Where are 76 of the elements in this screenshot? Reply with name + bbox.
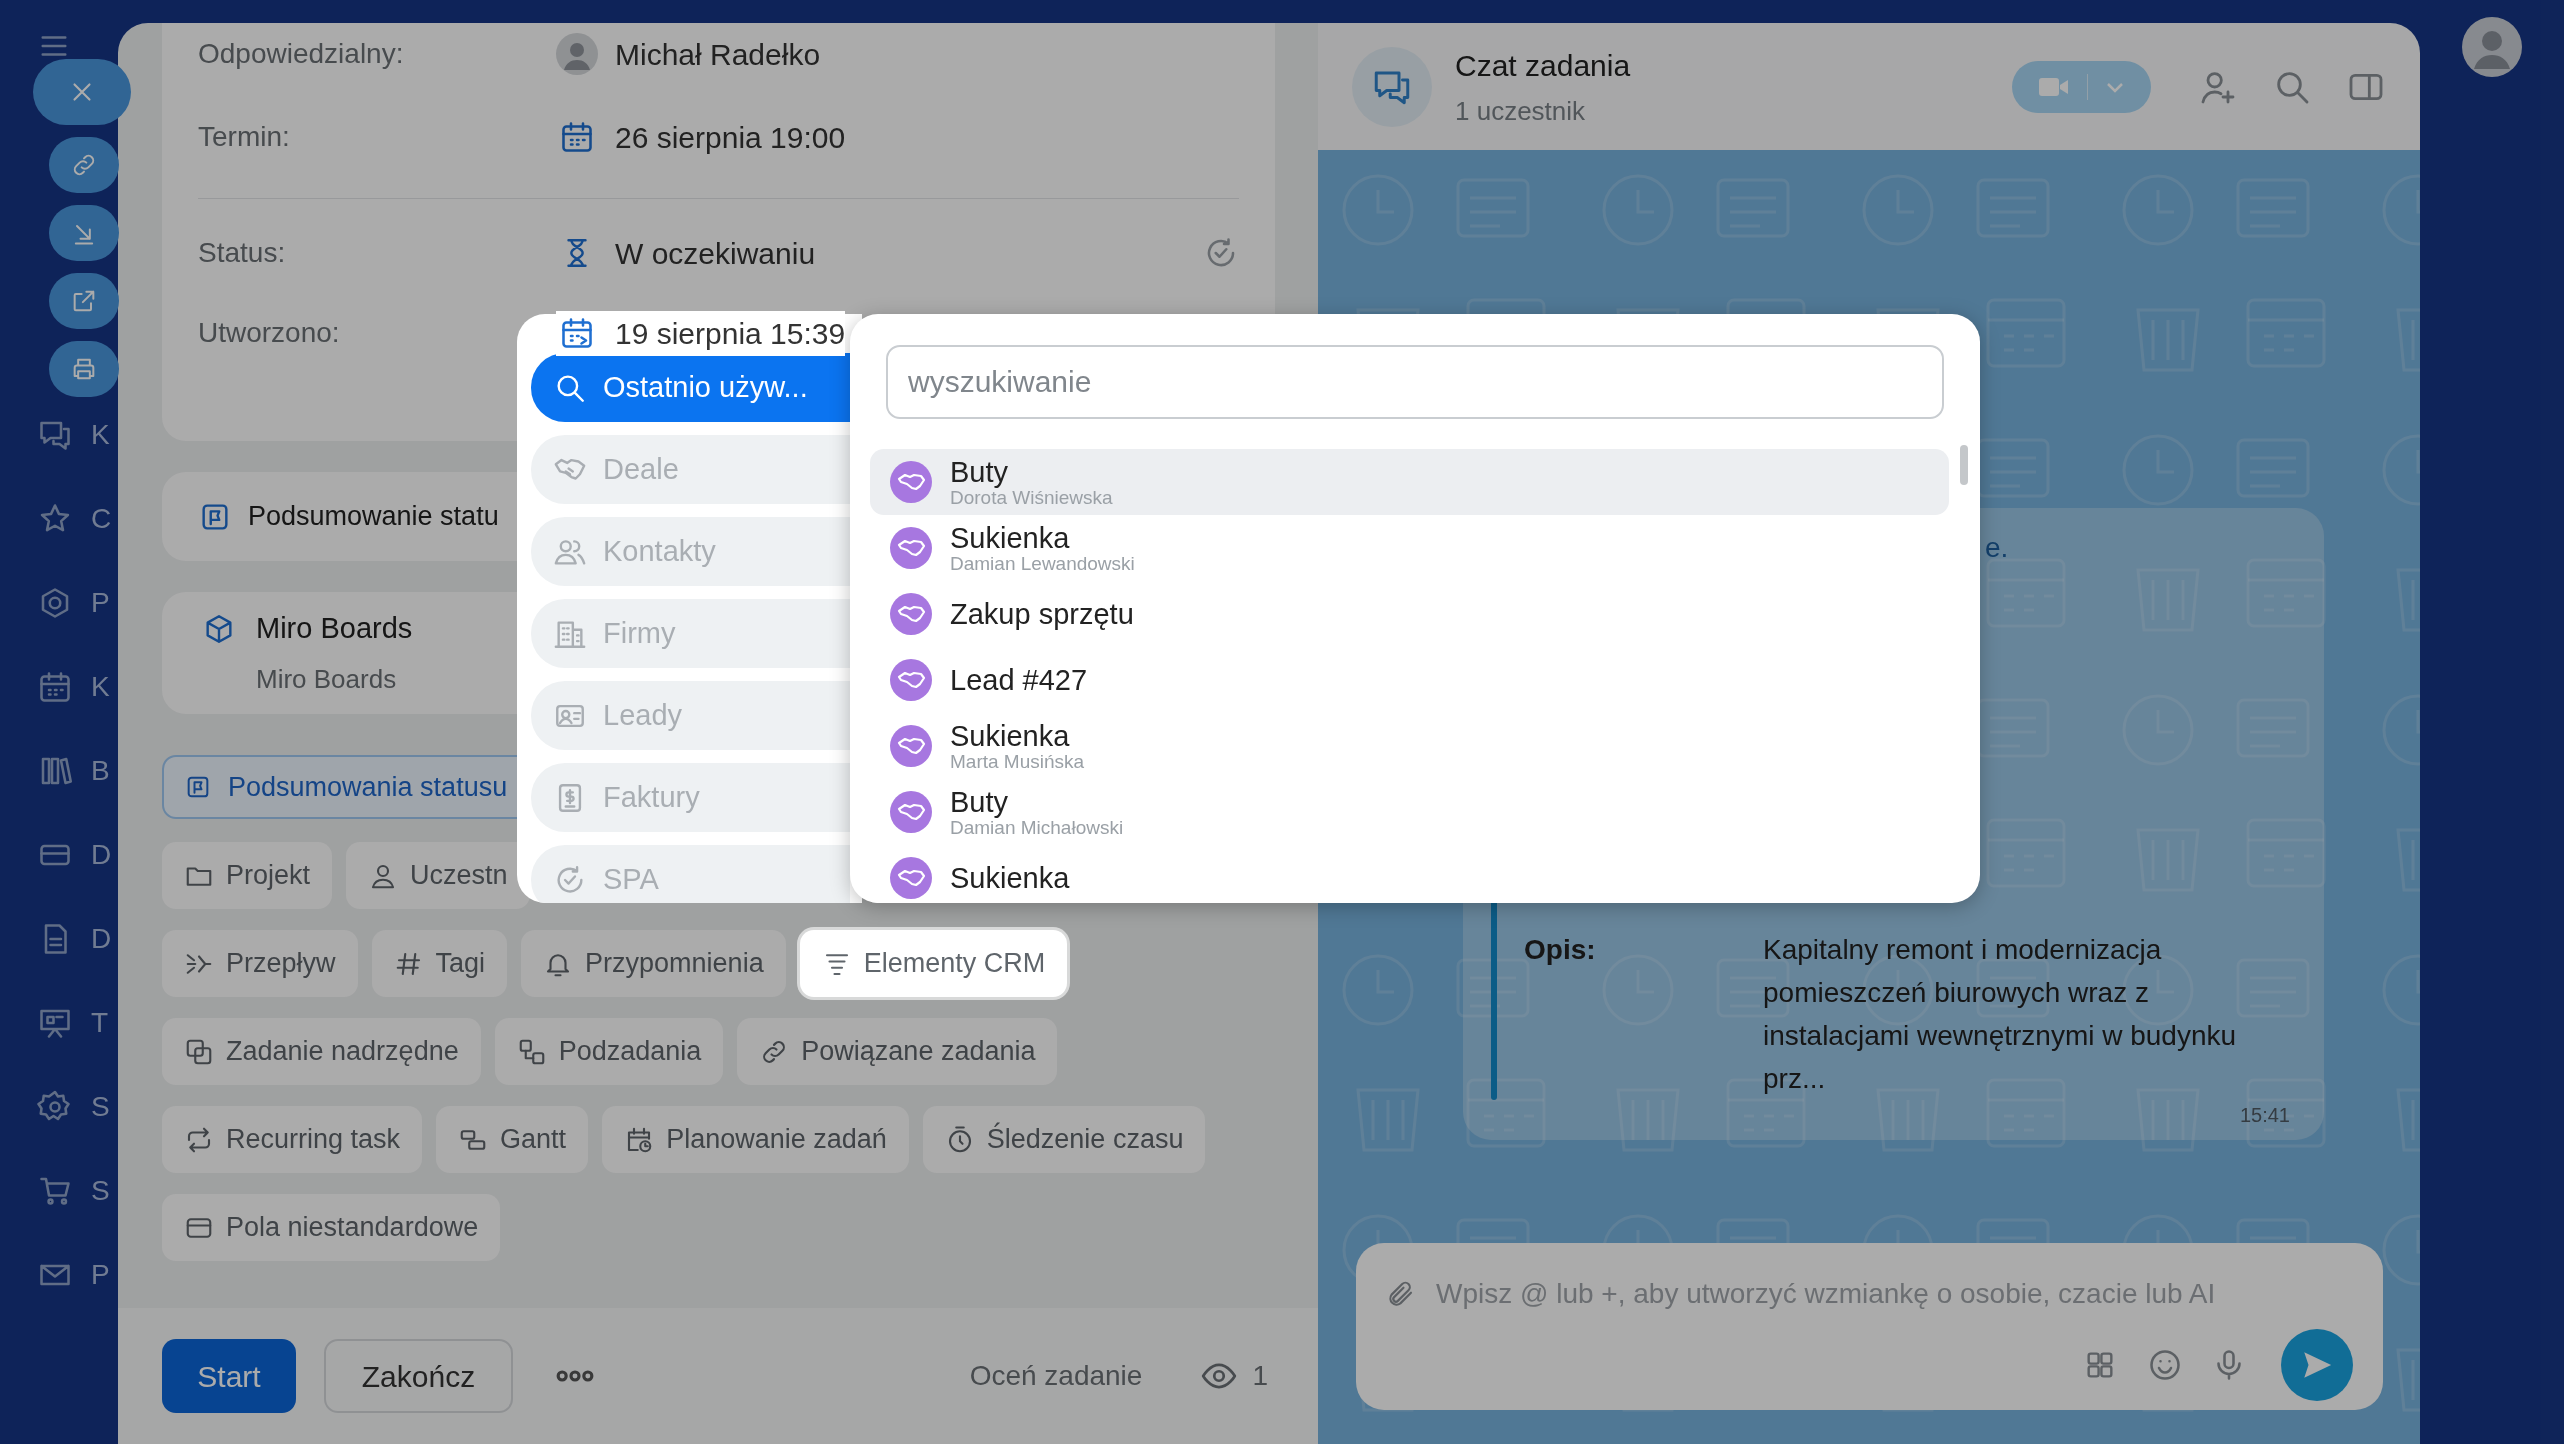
chat-title: Czat zadania [1455, 47, 1631, 84]
sidebar-item[interactable]: T [0, 993, 118, 1053]
printer-button[interactable] [49, 341, 119, 397]
sidebar-item[interactable]: B [0, 741, 118, 801]
result-title: Sukienka [950, 522, 1071, 554]
section-chip[interactable]: Elementy CRM [799, 930, 1068, 997]
result-item[interactable]: Buty Dorota Wiśniewska [870, 449, 1949, 515]
video-camera-icon [2039, 75, 2069, 98]
result-subtitle: Damian Lewandowski [950, 554, 1135, 574]
field-value: W oczekiwaniu [615, 235, 816, 272]
search-field[interactable]: wyszukiwanie [886, 345, 1944, 419]
category-tab[interactable]: Ostatnio używ... [531, 353, 850, 422]
result-title: Lead #427 [950, 664, 1088, 696]
sidebar-item[interactable]: S [0, 1161, 118, 1221]
field-label: Termin: [198, 120, 291, 154]
section-chip[interactable]: Gantt [436, 1106, 589, 1173]
download-button[interactable] [49, 205, 119, 261]
section-chip[interactable]: Projekt [162, 842, 333, 909]
message-text: e. [1985, 532, 2009, 564]
result-subtitle: Damian Michałowski [950, 818, 1124, 838]
section-chip[interactable]: Przypomnienia [521, 930, 786, 997]
section-chip[interactable]: Recurring task [162, 1106, 423, 1173]
result-title: Sukienka [950, 862, 1070, 894]
chevron-down-icon [2106, 80, 2124, 93]
avatar[interactable] [2462, 17, 2522, 77]
video-call-button[interactable] [2012, 60, 2151, 113]
field-label: Status: [198, 236, 287, 270]
sidebar-item[interactable]: P [0, 1245, 118, 1305]
message-input[interactable]: Wpisz @ lub +, aby utworzyć wzmiankę o osobie, czacie lub AI [1356, 1243, 2383, 1410]
start-button[interactable]: Start [162, 1339, 296, 1413]
link-button[interactable] [49, 137, 119, 193]
field-value: Michał Radełko [615, 36, 821, 73]
view-count: 1 [1252, 1359, 1268, 1393]
section-chip[interactable]: Tagi [371, 930, 508, 997]
result-title: Sukienka [950, 720, 1071, 752]
section-chip[interactable]: Pola niestandardowe [162, 1194, 501, 1261]
calendar-icon [37, 669, 73, 705]
input-placeholder: Wpisz @ lub +, aby utworzyć wzmiankę o osobie, czacie lub AI [1436, 1277, 2216, 1311]
sidebar-item[interactable]: K [0, 405, 118, 465]
field-label: Opis: [1524, 933, 1597, 967]
chat-subtitle: 1 uczestnik [1455, 94, 1587, 128]
result-title: Buty [950, 456, 1010, 488]
calendar-icon [559, 315, 595, 351]
section-chip[interactable]: Powiązane zadania [737, 1018, 1058, 1085]
sidebar-item[interactable]: D [0, 909, 118, 969]
section-chip[interactable]: Zadanie nadrzędne [162, 1018, 481, 1085]
calendar-icon [559, 119, 595, 155]
section-chip[interactable]: Przepływ [162, 930, 358, 997]
message-time: 15:41 [2239, 1103, 2290, 1128]
avatar [556, 33, 598, 75]
external-link-button[interactable] [49, 273, 119, 329]
scrollbar[interactable] [1960, 445, 1968, 485]
field-value: 19 sierpnia 15:39 [615, 315, 846, 352]
notice-text: Podsumowanie statu [248, 500, 499, 534]
field-value: Kapitalny remont i modernizacja pomieszczeń biurowych wraz z instalacjami wewnętrznymi w budynku prz... [1763, 933, 2238, 1096]
result-title: Buty [950, 786, 1010, 818]
app-title: Miro Boards [256, 610, 413, 646]
rate-task-link[interactable]: Oceń zadanie [969, 1355, 1143, 1397]
sidebar-item[interactable]: K [0, 657, 118, 717]
field-label: Utworzono: [198, 316, 341, 350]
sidebar-item[interactable]: C [0, 489, 118, 549]
result-subtitle: Marta Musińska [950, 752, 1085, 772]
sidebar-item[interactable]: S [0, 1077, 118, 1137]
sidebar-item[interactable]: P [0, 573, 118, 633]
field-value: 26 sierpnia 19:00 [615, 119, 846, 156]
finish-button[interactable]: Zakończ [324, 1339, 513, 1413]
sidebar-item[interactable]: D [0, 825, 118, 885]
field-label: Odpowiedzialny: [198, 37, 405, 71]
emoji-icon[interactable] [2147, 1347, 2183, 1383]
result-subtitle: Dorota Wiśniewska [950, 488, 1113, 508]
section-chip[interactable]: Śledzenie czasu [922, 1106, 1206, 1173]
section-chip[interactable]: Uczestn [346, 842, 530, 909]
app-subtitle: Miro Boards [256, 663, 397, 697]
section-chip[interactable]: Podzadania [494, 1018, 724, 1085]
result-title: Zakup sprzętu [950, 598, 1134, 630]
section-chip[interactable]: Planowanie zadań [602, 1106, 909, 1173]
